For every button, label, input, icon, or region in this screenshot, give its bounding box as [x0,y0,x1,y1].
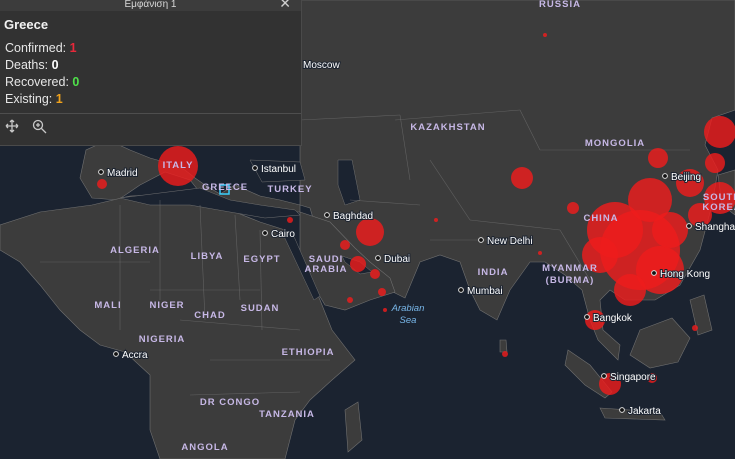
country-label: TURKEY [267,184,312,195]
city-label: Dubai [384,254,410,265]
country-label: KAZAKHSTAN [410,122,485,133]
city-dot [324,212,330,218]
country-label: NIGERIA [139,334,186,345]
case-marker[interactable] [370,269,380,279]
case-marker[interactable] [704,116,735,148]
case-marker[interactable] [567,202,579,214]
city-dot [98,169,104,175]
city-dot [584,314,590,320]
stat-confirmed: Confirmed: 1 [5,41,301,55]
city-label: Beijing [671,172,701,183]
case-marker[interactable] [538,251,542,255]
case-marker[interactable] [340,240,350,250]
case-marker[interactable] [614,274,646,306]
city-label: Madrid [107,168,138,179]
country-label: ETHIOPIA [282,347,335,358]
city-label: Singapore [610,372,656,383]
city-dot [601,373,607,379]
city-dot [113,351,119,357]
country-label: RUSSIA [539,0,581,10]
popup-title: Εμφάνιση 1 [124,0,177,10]
stat-label: Recovered: [5,75,69,89]
case-marker[interactable] [543,33,547,37]
case-marker[interactable] [648,148,668,168]
city-label: Hong Kong [660,269,710,280]
country-label: CHAD [194,310,225,321]
country-label: KOREA [702,202,735,213]
city-label: Baghdad [333,211,373,222]
city-label: Cairo [271,229,295,240]
zoom-icon[interactable] [32,119,48,135]
country-label: MALI [94,300,121,311]
stat-value: 1 [69,41,77,55]
stat-existing: Existing: 1 [5,92,301,106]
case-marker[interactable] [692,325,698,331]
city-dot [651,270,657,276]
stat-value: 0 [72,75,80,89]
country-label: LIBYA [191,251,224,262]
country-label: (BURMA) [546,275,595,286]
country-label: SUDAN [241,303,280,314]
stat-deaths: Deaths: 0 [5,58,301,72]
country-label: MONGOLIA [585,138,645,149]
stat-recovered: Recovered: 0 [5,75,301,89]
city-dot [458,287,464,293]
info-popup: Εμφάνιση 1 ✕ Greece Confirmed: 1 Deaths:… [0,0,302,146]
case-marker[interactable] [511,167,533,189]
stat-label: Deaths: [5,58,49,72]
case-marker[interactable] [502,351,508,357]
case-marker[interactable] [347,297,353,303]
case-marker[interactable] [350,256,366,272]
case-marker[interactable] [97,179,107,189]
city-dot [262,230,268,236]
city-label: Moscow [303,60,340,71]
popup-divider [0,113,301,114]
city-label: Shanghai [695,222,735,233]
case-marker[interactable] [705,153,725,173]
case-marker[interactable] [356,218,384,246]
water-label: Sea [400,315,417,326]
stat-label: Existing: [5,92,53,106]
country-label: EGYPT [243,254,280,265]
city-label: Jakarta [628,406,661,417]
case-marker[interactable] [378,288,386,296]
map-view[interactable]: RUSSIA KAZAKHSTAN MONGOLIA ITALY GREECE TURKE… [0,0,735,459]
case-marker[interactable] [287,217,293,223]
country-label: MYANMAR [542,263,598,274]
city-label: Bangkok [593,313,633,324]
city-label: Accra [122,350,148,361]
case-marker[interactable] [434,218,438,222]
city-label: Istanbul [261,164,296,175]
country-label: ITALY [163,160,194,171]
country-label: ALGERIA [110,245,160,256]
case-marker[interactable] [383,308,387,312]
case-marker[interactable] [628,178,672,222]
country-label: ANGOLA [181,442,228,453]
popup-titlebar: Εμφάνιση 1 ✕ [0,0,301,11]
popup-heading: Greece [4,17,49,32]
city-dot [619,407,625,413]
close-icon[interactable]: ✕ [279,0,291,10]
city-label: New Delhi [487,236,533,247]
city-label: Mumbai [467,286,503,297]
city-dot [478,237,484,243]
stat-value: 1 [55,92,63,106]
country-label: ARABIA [305,264,348,275]
stat-label: Confirmed: [5,41,67,55]
pan-icon[interactable] [5,119,21,135]
country-label: TANZANIA [259,409,315,420]
country-label: CHINA [583,213,618,224]
city-dot [662,173,668,179]
country-label: NIGER [149,300,184,311]
stat-value: 0 [51,58,59,72]
country-label: GREECE [202,182,248,193]
city-dot [252,165,258,171]
country-label: DR CONGO [200,397,260,408]
country-label: INDIA [478,267,509,278]
city-dot [686,223,692,229]
city-dot [375,255,381,261]
water-label: Arabian [391,303,425,314]
